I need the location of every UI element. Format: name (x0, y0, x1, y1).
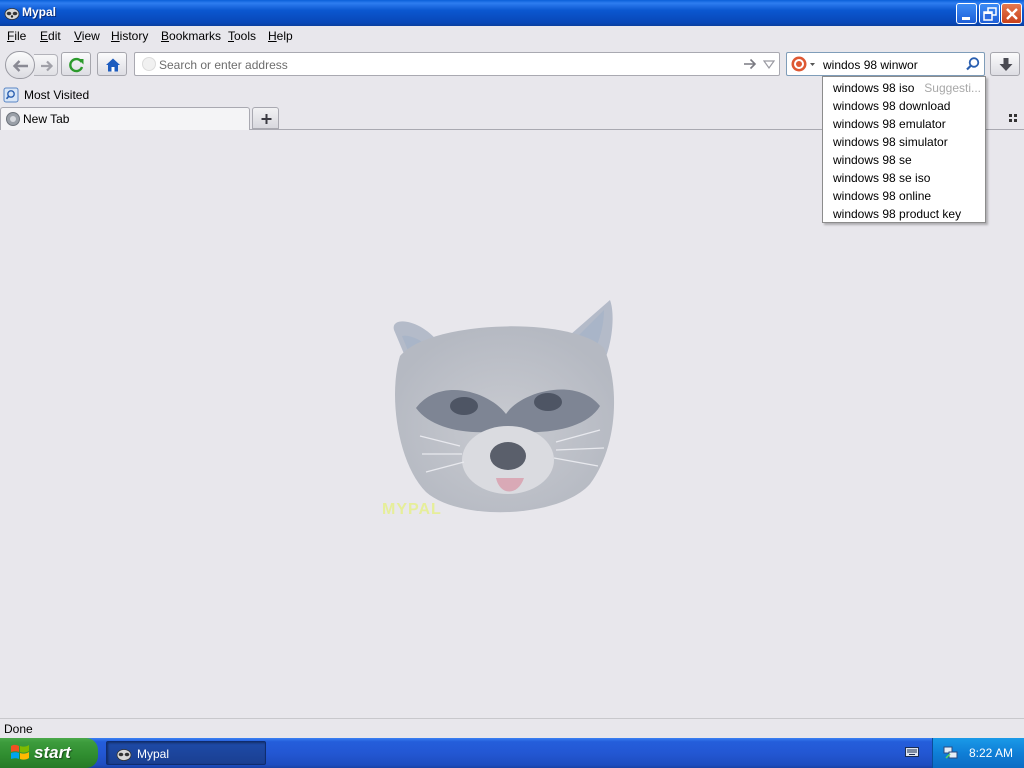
go-arrow-icon[interactable] (743, 57, 757, 71)
minimize-button[interactable] (956, 3, 977, 24)
menu-history-label: istory (119, 29, 149, 43)
menu-history[interactable]: History (111, 29, 148, 43)
search-input[interactable] (823, 57, 963, 73)
url-input[interactable] (159, 57, 739, 73)
mypal-logo-text: MYPAL (382, 501, 442, 518)
menu-tools-label: ools (234, 29, 257, 43)
minimize-icon (962, 17, 970, 20)
menu-edit[interactable]: Edit (40, 29, 61, 43)
search-engine-icon[interactable] (790, 54, 816, 74)
mypal-app-icon (4, 8, 20, 20)
forward-arrow-icon (41, 60, 54, 72)
menu-help-accel: H (268, 29, 277, 43)
page-identity-icon (142, 57, 156, 71)
suggestion-item[interactable]: windows 98 online (823, 187, 985, 205)
close-button[interactable] (1001, 3, 1022, 24)
home-icon (106, 58, 120, 72)
search-icon[interactable] (965, 56, 981, 72)
menu-view-label: iew (81, 29, 100, 43)
menu-bookmarks[interactable]: Bookmarks (161, 29, 221, 43)
suggestion-item[interactable]: windows 98 se iso (823, 169, 985, 187)
suggestion-item[interactable]: windows 98 simulator (823, 133, 985, 151)
back-arrow-icon (12, 60, 28, 72)
menu-bookmarks-accel: B (161, 29, 170, 43)
search-suggestions-popup: Suggesti... windows 98 iso windows 98 do… (822, 76, 986, 223)
start-button[interactable]: start (0, 738, 98, 768)
bookmark-most-visited-label: Most Visited (24, 88, 90, 102)
taskbar-mypal-button[interactable]: Mypal (106, 741, 266, 765)
menu-view-accel: V (74, 29, 82, 43)
url-history-dropdown-icon[interactable] (763, 60, 775, 70)
tab-favicon-icon (6, 112, 20, 126)
taskbar-mypal-label: Mypal (137, 747, 170, 761)
suggestion-item[interactable]: windows 98 se (823, 151, 985, 169)
menu-history-accel: H (111, 29, 120, 43)
tab-list-grip-icon[interactable] (1006, 111, 1020, 125)
network-icon[interactable] (942, 744, 960, 762)
search-bar[interactable] (786, 52, 985, 76)
keyboard-icon[interactable] (905, 746, 919, 758)
system-tray: 8:22 AM (932, 738, 1024, 768)
status-bar: Done (0, 718, 1024, 738)
taskbar: start Mypal 8:22 AM (0, 738, 1024, 768)
suggestion-item[interactable]: windows 98 product key (823, 205, 985, 223)
menu-edit-label: dit (48, 29, 61, 43)
close-icon (1006, 8, 1018, 20)
reload-button[interactable] (61, 52, 91, 76)
plus-icon (261, 114, 272, 124)
restore-icon (983, 7, 997, 21)
reload-icon (69, 57, 84, 73)
menu-edit-accel: E (40, 29, 49, 43)
menu-tools[interactable]: Tools (228, 29, 256, 43)
title-bar[interactable]: Mypal (0, 0, 1024, 26)
new-tab-button[interactable] (252, 107, 279, 129)
status-text: Done (4, 722, 33, 736)
window-title: Mypal (22, 5, 57, 19)
mypal-taskbar-icon (116, 749, 132, 761)
downloads-button[interactable] (990, 52, 1020, 76)
mypal-raccoon-logo: MYPAL (382, 300, 615, 518)
menu-help[interactable]: Help (268, 29, 293, 43)
windows-flag-icon (11, 744, 29, 760)
home-button[interactable] (97, 52, 127, 76)
menu-view[interactable]: View (74, 29, 100, 43)
suggestion-item[interactable]: windows 98 download (823, 97, 985, 115)
suggestion-item[interactable]: windows 98 iso (823, 79, 985, 97)
back-forward-group (5, 51, 59, 79)
forward-button[interactable] (34, 54, 58, 76)
restore-button[interactable] (979, 3, 1000, 24)
bookmark-folder-icon (3, 87, 19, 103)
menu-file-label: ile (14, 29, 27, 43)
menu-file[interactable]: File (7, 29, 26, 43)
url-bar[interactable] (134, 52, 780, 76)
menu-help-label: elp (276, 29, 293, 43)
menu-bar: File Edit View History Bookmarks Tools H… (0, 26, 1024, 46)
menu-bookmarks-label: ookmarks (169, 29, 222, 43)
tab-new-tab[interactable]: New Tab (0, 107, 250, 130)
suggestion-item[interactable]: windows 98 emulator (823, 115, 985, 133)
start-label: start (34, 743, 71, 762)
tab-label: New Tab (23, 112, 70, 126)
download-arrow-icon (999, 58, 1013, 71)
back-button[interactable] (5, 51, 35, 79)
clock: 8:22 AM (969, 746, 1014, 760)
